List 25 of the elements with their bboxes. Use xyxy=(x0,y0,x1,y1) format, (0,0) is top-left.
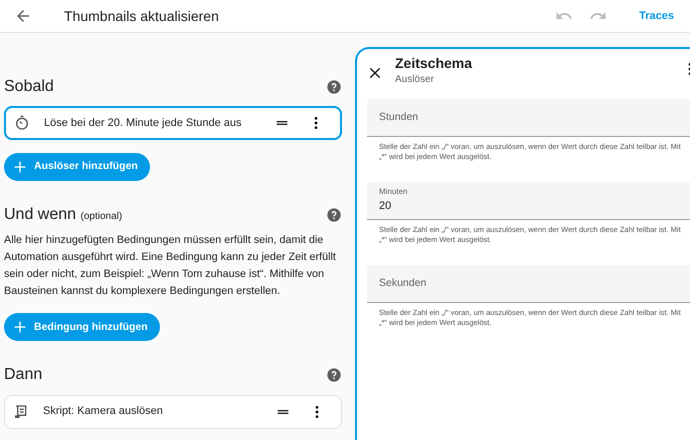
item-label: Löse bei der 20. Minute jede Stunde aus xyxy=(44,116,243,131)
input-field[interactable]: Sekunden xyxy=(367,265,690,303)
panel-subtitle: Auslöser xyxy=(395,73,435,87)
input-field[interactable]: Stunden xyxy=(367,99,690,137)
help-icon[interactable] xyxy=(326,206,342,223)
script-icon xyxy=(13,404,29,420)
page-title: Thumbnails aktualisieren xyxy=(64,6,219,26)
traces-link[interactable]: Traces xyxy=(639,8,674,24)
timer-icon xyxy=(14,115,30,132)
section-title: Dann xyxy=(4,365,42,385)
panel-title: Zeitschema xyxy=(395,55,474,72)
help-icon[interactable] xyxy=(326,366,342,383)
list-card[interactable]: Löse bei der 20. Minute jede Stunde aus xyxy=(4,106,342,140)
close-icon[interactable] xyxy=(367,65,383,81)
help-icon[interactable] xyxy=(326,78,342,95)
section-description: Alle hier hinzugefügten Bedingungen müssen erfüllt sein, damit die Automation ausgeführt wird. Eine Bedingung kann zu jeder Zeit erfüllt sein oder nicht, zum Beispiel: „Wenn Tom zuhause ist“. Mithilfe von Bausteinen kannst du komplexere Bedingungen erstellen. xyxy=(4,233,337,300)
plus-icon xyxy=(12,159,28,176)
add-button[interactable]: Auslöser hinzufügen xyxy=(4,153,150,182)
list-card[interactable]: Skript: Kamera auslösen xyxy=(4,394,342,429)
add-button[interactable]: Bedingung hinzufügen xyxy=(4,313,160,342)
section-title: Sobald xyxy=(4,77,54,96)
section-title: Und wenn (optional) xyxy=(4,205,122,224)
plus-icon xyxy=(12,319,28,336)
item-label: Skript: Kamera auslösen xyxy=(43,404,164,420)
input-field[interactable]: Minuten 20 xyxy=(367,182,690,220)
